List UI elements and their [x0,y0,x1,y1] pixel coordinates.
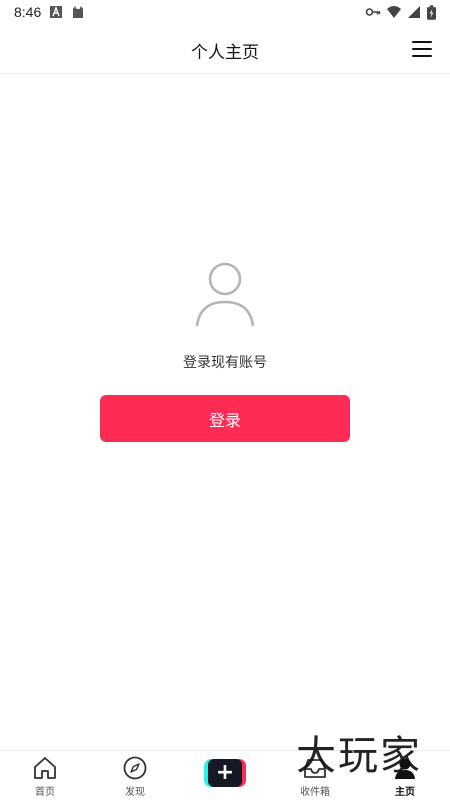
nav-item-discover[interactable]: 发现 [100,755,170,799]
user-avatar-icon [195,262,255,327]
nav-label-discover: 发现 [125,787,145,798]
nav-label-inbox: 收件箱 [300,787,330,798]
menu-button[interactable] [412,41,432,57]
battery-icon [427,4,436,20]
key-icon [365,8,381,16]
add-button[interactable]: + [204,759,246,787]
status-time: 8:46 [14,4,42,20]
nav-label-profile: 主页 [395,787,415,798]
notification-a-icon [50,6,63,18]
nav-label-home: 首页 [35,787,55,798]
compass-icon [123,756,147,780]
wifi-icon [387,6,401,18]
nav-item-home[interactable]: 首页 [10,755,80,799]
page-title: 个人主页 [191,43,259,63]
cat-icon [73,6,84,18]
profile-screen: 8:46 个人主页 登录现有账号 登录 首页 发现 + 收件箱 主页 大玩家 [0,0,450,800]
signal-icon [408,6,420,18]
status-bar: 8:46 [0,0,450,24]
status-left: 8:46 [14,4,85,20]
plus-icon: + [208,759,242,787]
login-button-label: 登录 [208,410,241,430]
header: 个人主页 [0,24,450,74]
login-prompt: 登录现有账号 [183,355,267,371]
login-button[interactable]: 登录 [100,395,350,442]
status-right [365,4,436,20]
watermark: 大玩家 [296,733,422,779]
home-icon [34,757,56,779]
